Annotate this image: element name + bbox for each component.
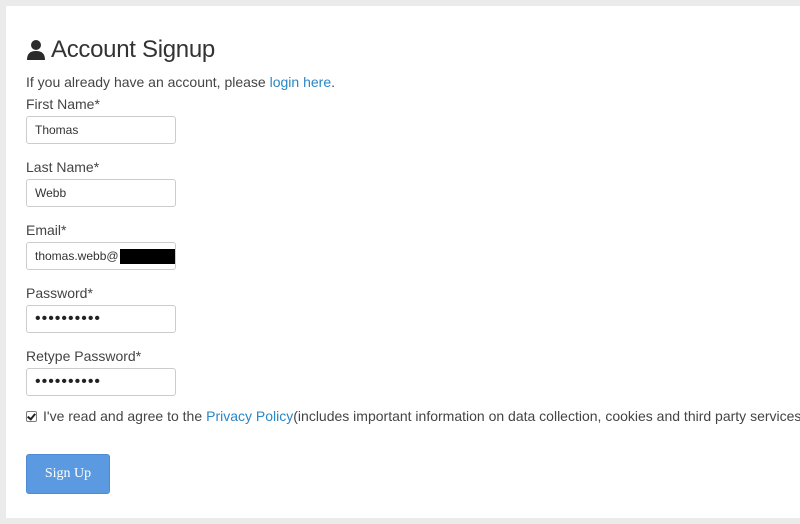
title-text: Account Signup xyxy=(51,36,215,63)
last-name-value: Webb xyxy=(35,186,67,200)
retype-password-value: •••••••••• xyxy=(35,373,102,390)
last-name-label: Last Name* xyxy=(26,159,100,175)
privacy-agreement: I've read and agree to the Privacy Polic… xyxy=(26,408,800,424)
password-value: •••••••••• xyxy=(35,310,102,327)
agree-prefix: I've read and agree to the xyxy=(43,408,203,424)
retype-password-field[interactable]: •••••••••• xyxy=(26,368,176,396)
password-field[interactable]: •••••••••• xyxy=(26,305,176,333)
page-title: Account Signup xyxy=(26,36,215,64)
last-name-field[interactable]: Webb xyxy=(26,179,176,207)
email-value: thomas.webb@ xyxy=(35,249,119,263)
login-prompt-end: . xyxy=(331,74,335,90)
retype-password-label: Retype Password* xyxy=(26,348,142,364)
signup-card: Account Signup If you already have an ac… xyxy=(6,6,800,518)
password-label: Password* xyxy=(26,285,93,301)
privacy-checkbox[interactable] xyxy=(26,410,37,422)
login-prompt: If you already have an account, please l… xyxy=(26,74,335,90)
user-icon xyxy=(27,40,45,60)
agree-suffix: (includes important information on data … xyxy=(293,408,800,424)
redaction-block xyxy=(119,248,175,264)
email-label: Email* xyxy=(26,222,67,238)
first-name-label: First Name* xyxy=(26,96,100,112)
first-name-field[interactable]: Thomas xyxy=(26,116,176,144)
login-prompt-text: If you already have an account, please xyxy=(26,74,270,90)
email-field[interactable]: thomas.webb@ xyxy=(26,242,176,270)
sign-up-button[interactable]: Sign Up xyxy=(26,454,110,494)
login-link[interactable]: login here xyxy=(270,74,332,90)
first-name-value: Thomas xyxy=(35,123,79,137)
privacy-policy-link[interactable]: Privacy Policy xyxy=(206,408,293,424)
